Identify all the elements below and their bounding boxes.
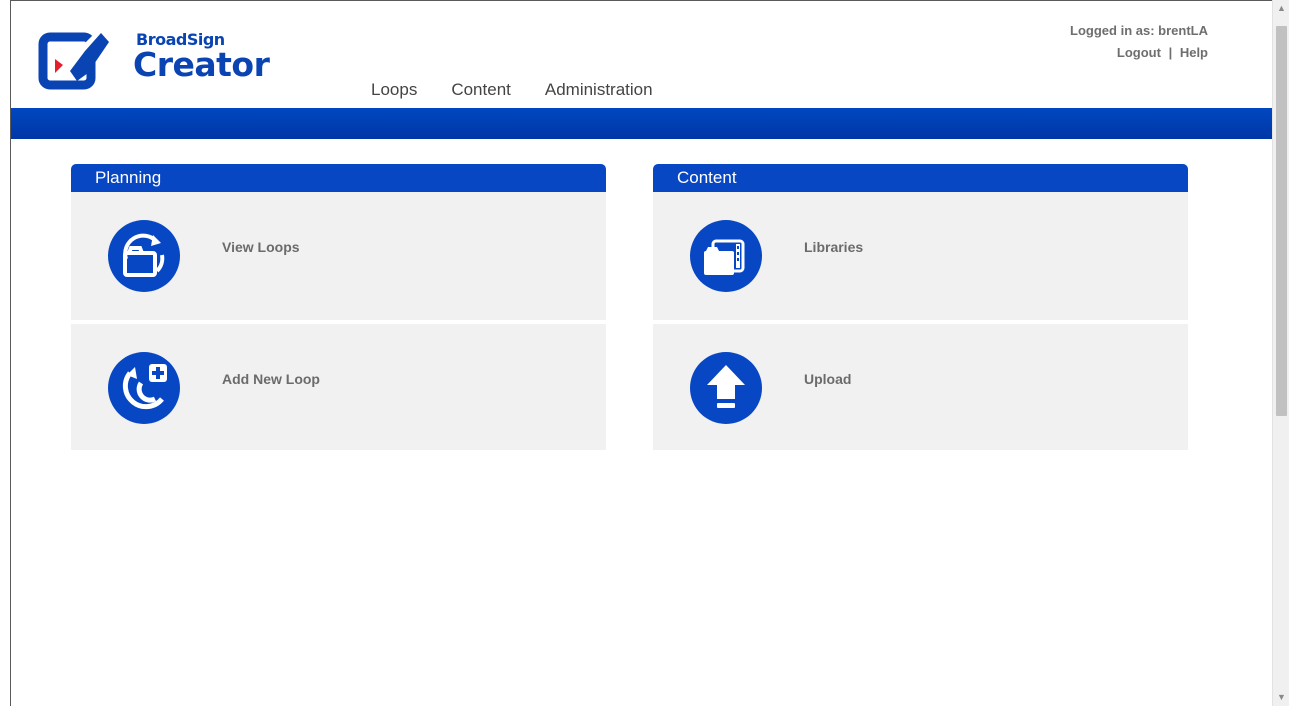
vertical-scrollbar[interactable]: ▲ ▼ — [1272, 0, 1289, 706]
main-nav: Loops Content Administration — [371, 80, 687, 100]
scroll-down-arrow-icon[interactable]: ▼ — [1273, 689, 1289, 706]
libraries-icon — [690, 220, 762, 292]
scroll-thumb[interactable] — [1276, 26, 1287, 416]
header: BroadSign Creator Loops Content Administ… — [11, 1, 1272, 108]
view-loops-tile[interactable]: View Loops — [71, 192, 606, 320]
nav-loops[interactable]: Loops — [371, 80, 417, 100]
user-links: Logout | Help — [1070, 42, 1208, 64]
upload-icon — [690, 352, 762, 424]
libraries-tile[interactable]: Libraries — [653, 192, 1188, 320]
user-area: Logged in as: brentLA Logout | Help — [1070, 20, 1208, 64]
add-new-loop-label: Add New Loop — [222, 371, 320, 387]
upload-tile[interactable]: Upload — [653, 324, 1188, 450]
libraries-label: Libraries — [804, 239, 864, 255]
scroll-up-arrow-icon[interactable]: ▲ — [1273, 0, 1289, 17]
logo-product-text: Creator — [133, 45, 270, 84]
logged-in-label: Logged in as: brentLA — [1070, 23, 1208, 38]
help-link[interactable]: Help — [1180, 45, 1208, 60]
planning-panel: Planning View Loops Add New Loop — [71, 164, 606, 450]
view-loops-label: View Loops — [222, 239, 300, 255]
logout-link[interactable]: Logout — [1117, 45, 1161, 60]
link-separator: | — [1168, 45, 1173, 60]
nav-administration[interactable]: Administration — [545, 80, 653, 100]
header-bar — [11, 108, 1272, 139]
add-loop-icon — [108, 352, 180, 424]
broadsign-creator-logo[interactable]: BroadSign Creator — [37, 25, 287, 97]
upload-label: Upload — [804, 371, 852, 387]
content-panel: Content Libraries Upload — [653, 164, 1188, 450]
view-loops-icon — [108, 220, 180, 292]
app-window: BroadSign Creator Loops Content Administ… — [10, 0, 1272, 706]
logo-checkmark-icon — [38, 29, 111, 90]
planning-panel-title: Planning — [71, 164, 606, 192]
content-panel-title: Content — [653, 164, 1188, 192]
add-new-loop-tile[interactable]: Add New Loop — [71, 324, 606, 450]
nav-content[interactable]: Content — [451, 80, 511, 100]
